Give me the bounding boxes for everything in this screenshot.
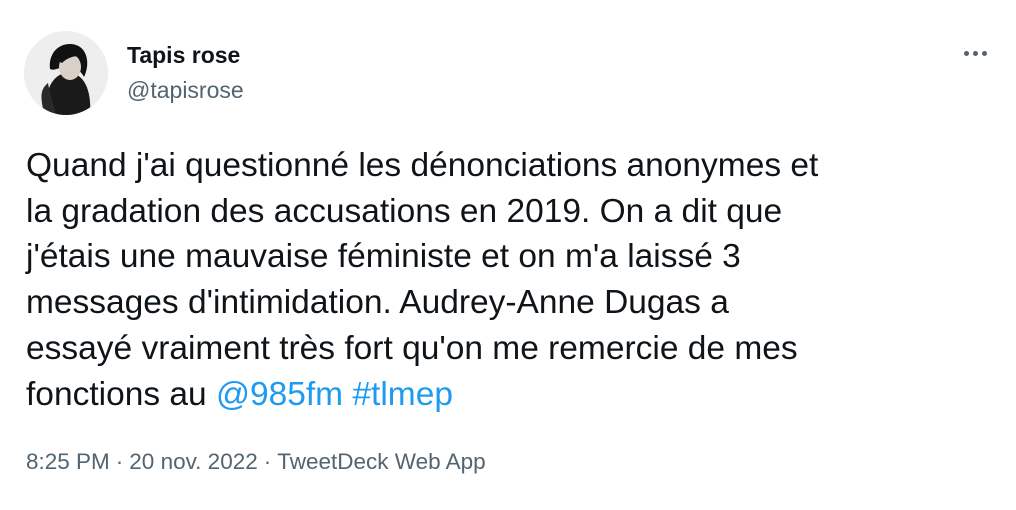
more-options-button[interactable] [955, 38, 995, 68]
hashtag-link[interactable]: #tlmep [352, 376, 453, 413]
tweet-text: Quand j'ai questionné les dénonciations … [26, 143, 996, 417]
profile-photo-icon [24, 31, 108, 115]
tweet-card: Tapis rose @tapisrose Quand j'ai questio… [0, 0, 1016, 510]
tweet-date[interactable]: 20 nov. 2022 [129, 449, 257, 474]
tweet-line: fonctions au [26, 375, 216, 413]
tweet-time[interactable]: 8:25 PM [26, 449, 110, 474]
more-horizontal-icon [962, 50, 989, 56]
author-name[interactable]: Tapis rose [127, 42, 240, 69]
tweet-line: la gradation des accusations en 2019. On… [26, 192, 783, 230]
tweet-line: Quand j'ai questionné les dénonciations … [26, 147, 819, 184]
separator: · [263, 449, 272, 474]
tweet-metadata: 8:25 PM · 20 nov. 2022 · TweetDeck Web App [26, 449, 486, 475]
tweet-line: essayé vraiment très fort qu'on me remer… [26, 329, 798, 367]
separator: · [115, 449, 124, 474]
tweet-source[interactable]: TweetDeck Web App [277, 449, 485, 474]
author-handle[interactable]: @tapisrose [127, 77, 244, 104]
avatar[interactable] [24, 31, 108, 115]
mention-link[interactable]: @985fm [216, 376, 343, 413]
tweet-line: messages d'intimidation. Audrey-Anne Dug… [26, 284, 729, 322]
tweet-line: j'étais une mauvaise féministe et on m'a… [26, 238, 741, 276]
